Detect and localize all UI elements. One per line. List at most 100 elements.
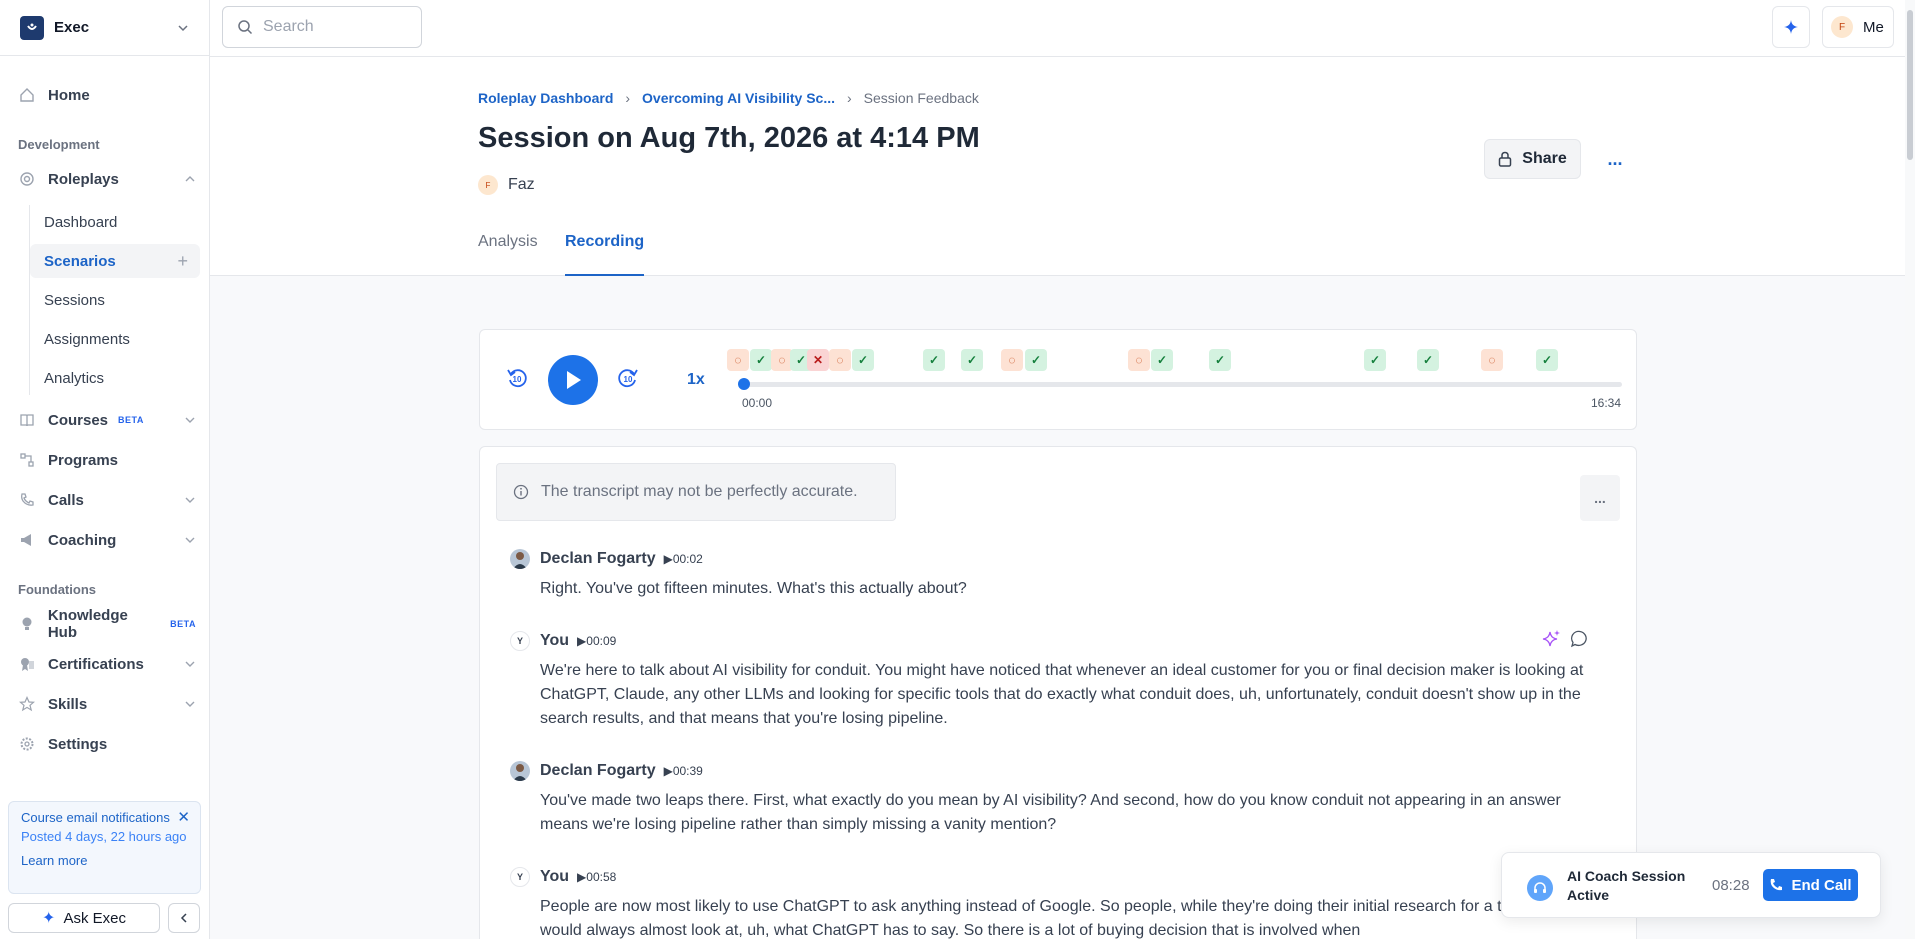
tab-analysis[interactable]: Analysis	[478, 233, 538, 276]
transcript-message: Declan Fogarty ▶00:39 You've made two le…	[510, 759, 1590, 837]
tab-recording[interactable]: Recording	[565, 233, 645, 276]
ai-sparkle-icon[interactable]	[1542, 629, 1562, 649]
play-button[interactable]	[548, 355, 598, 405]
notification-learn-more[interactable]: Learn more	[21, 853, 188, 868]
owner-name: Faz	[508, 176, 535, 193]
nav-skills[interactable]: Skills	[18, 687, 196, 721]
subnav-sessions[interactable]: Sessions	[30, 283, 200, 317]
nav-certifications-label: Certifications	[48, 655, 144, 673]
phone-icon	[1771, 879, 1783, 891]
timeline-marker-neutral[interactable]: ◌	[727, 349, 749, 371]
message-timestamp[interactable]: ▶00:09	[577, 634, 616, 648]
subnav-dashboard-label: Dashboard	[44, 213, 118, 231]
notification-card: Course email notifications Posted 4 days…	[8, 801, 201, 894]
nav-roleplays[interactable]: Roleplays	[18, 162, 196, 196]
nav-home[interactable]: Home	[18, 78, 196, 112]
headset-icon	[1527, 875, 1553, 901]
message-timestamp[interactable]: ▶00:58	[577, 870, 616, 884]
timeline-marker-positive[interactable]: ✓	[852, 349, 874, 371]
share-label: Share	[1522, 150, 1567, 167]
breadcrumb-separator-icon: ›	[625, 90, 631, 106]
share-button[interactable]: Share	[1484, 139, 1581, 179]
svg-text:10: 10	[624, 375, 633, 384]
progress-knob[interactable]	[738, 378, 750, 390]
nav-certifications[interactable]: Certifications	[18, 647, 196, 681]
subnav-analytics-label: Analytics	[44, 369, 105, 387]
breadcrumb-roleplay-dashboard[interactable]: Roleplay Dashboard	[478, 90, 613, 106]
declan-avatar	[510, 761, 530, 781]
subnav-dashboard[interactable]: Dashboard	[30, 205, 200, 239]
message-timestamp[interactable]: ▶00:02	[664, 552, 703, 566]
timeline-marker-positive[interactable]: ✓	[1151, 349, 1173, 371]
more-options-button[interactable]: ...	[1600, 143, 1630, 175]
subnav-assignments[interactable]: Assignments	[30, 322, 200, 356]
session-owner: F Faz	[478, 175, 535, 195]
nav-settings[interactable]: Settings	[18, 727, 196, 761]
book-icon	[18, 411, 36, 429]
svg-text:10: 10	[513, 375, 522, 384]
you-avatar: Y	[510, 631, 530, 651]
chevron-left-icon	[180, 913, 187, 923]
phone-icon	[18, 491, 36, 509]
timeline-marker-positive[interactable]: ✓	[750, 349, 772, 371]
message-text: You've made two leaps there. First, what…	[540, 792, 1561, 833]
timeline-marker-positive[interactable]: ✓	[1364, 349, 1386, 371]
star-icon	[18, 695, 36, 713]
search-input[interactable]: Search	[222, 6, 422, 48]
nav-programs[interactable]: Programs	[18, 443, 196, 477]
target-icon	[18, 170, 36, 188]
timeline-marker-negative[interactable]: ✕	[807, 349, 829, 371]
timeline-marker-positive[interactable]: ✓	[1209, 349, 1231, 371]
quick-add-button[interactable]	[1772, 6, 1810, 48]
nav-settings-label: Settings	[48, 735, 108, 753]
breadcrumb-current: Session Feedback	[863, 90, 979, 106]
timeline-marker-neutral[interactable]: ◌	[1481, 349, 1503, 371]
timeline-marker-positive[interactable]: ✓	[1025, 349, 1047, 371]
plus-sparkle-icon	[1784, 20, 1798, 34]
subnav-scenarios[interactable]: Scenarios +	[30, 244, 200, 278]
org-logo-icon	[20, 15, 44, 40]
nav-coaching[interactable]: Coaching	[18, 523, 196, 557]
section-foundations: Foundations	[18, 582, 96, 597]
page-scrollbar[interactable]	[1905, 0, 1915, 939]
transcript-panel: The transcript may not be perfectly accu…	[479, 446, 1637, 939]
speaker-name: You	[540, 632, 570, 649]
add-scenario-icon[interactable]: +	[177, 251, 188, 272]
timeline-marker-positive[interactable]: ✓	[1536, 349, 1558, 371]
message-timestamp[interactable]: ▶00:39	[664, 764, 703, 778]
rewind-10-icon[interactable]: 10	[506, 367, 528, 389]
timeline-marker-neutral[interactable]: ◌	[829, 349, 851, 371]
nav-programs-label: Programs	[48, 451, 119, 469]
lock-icon	[1499, 151, 1512, 167]
transcript-more-button[interactable]: ...	[1580, 475, 1620, 521]
timeline-marker-positive[interactable]: ✓	[1417, 349, 1439, 371]
timeline-marker-neutral[interactable]: ◌	[1001, 349, 1023, 371]
scrollbar-thumb[interactable]	[1907, 10, 1913, 160]
subnav-analytics[interactable]: Analytics	[30, 361, 200, 395]
collapse-sidebar-button[interactable]	[168, 903, 200, 933]
timeline-marker-positive[interactable]: ✓	[923, 349, 945, 371]
notification-title: Course email notifications	[21, 810, 170, 825]
ask-exec-button[interactable]: ✦ Ask Exec	[8, 903, 160, 933]
message-actions	[1542, 629, 1590, 649]
org-switcher[interactable]: Exec	[0, 0, 210, 56]
nav-courses[interactable]: Courses BETA	[18, 403, 196, 437]
user-menu-button[interactable]: F Me	[1822, 6, 1894, 48]
breadcrumb-scenario[interactable]: Overcoming AI Visibility Sc...	[642, 90, 835, 106]
breadcrumb-separator-icon: ›	[847, 90, 852, 106]
progress-track[interactable]	[742, 382, 1622, 387]
session-header: Roleplay Dashboard › Overcoming AI Visib…	[210, 57, 1905, 276]
forward-10-icon[interactable]: 10	[617, 367, 639, 389]
chevron-down-icon	[185, 497, 195, 503]
end-call-button[interactable]: End Call	[1763, 869, 1858, 901]
close-icon[interactable]: ✕	[177, 808, 190, 826]
subnav-scenarios-label: Scenarios	[44, 252, 116, 270]
nav-calls[interactable]: Calls	[18, 483, 196, 517]
comment-icon[interactable]	[1570, 629, 1590, 649]
timeline-marker-positive[interactable]: ✓	[961, 349, 983, 371]
playback-speed[interactable]: 1x	[687, 371, 705, 389]
user-avatar: F	[1831, 16, 1853, 38]
nav-knowledge-hub[interactable]: Knowledge Hub BETA	[18, 607, 196, 641]
sparkle-icon: ✦	[42, 910, 56, 927]
timeline-marker-neutral[interactable]: ◌	[1128, 349, 1150, 371]
